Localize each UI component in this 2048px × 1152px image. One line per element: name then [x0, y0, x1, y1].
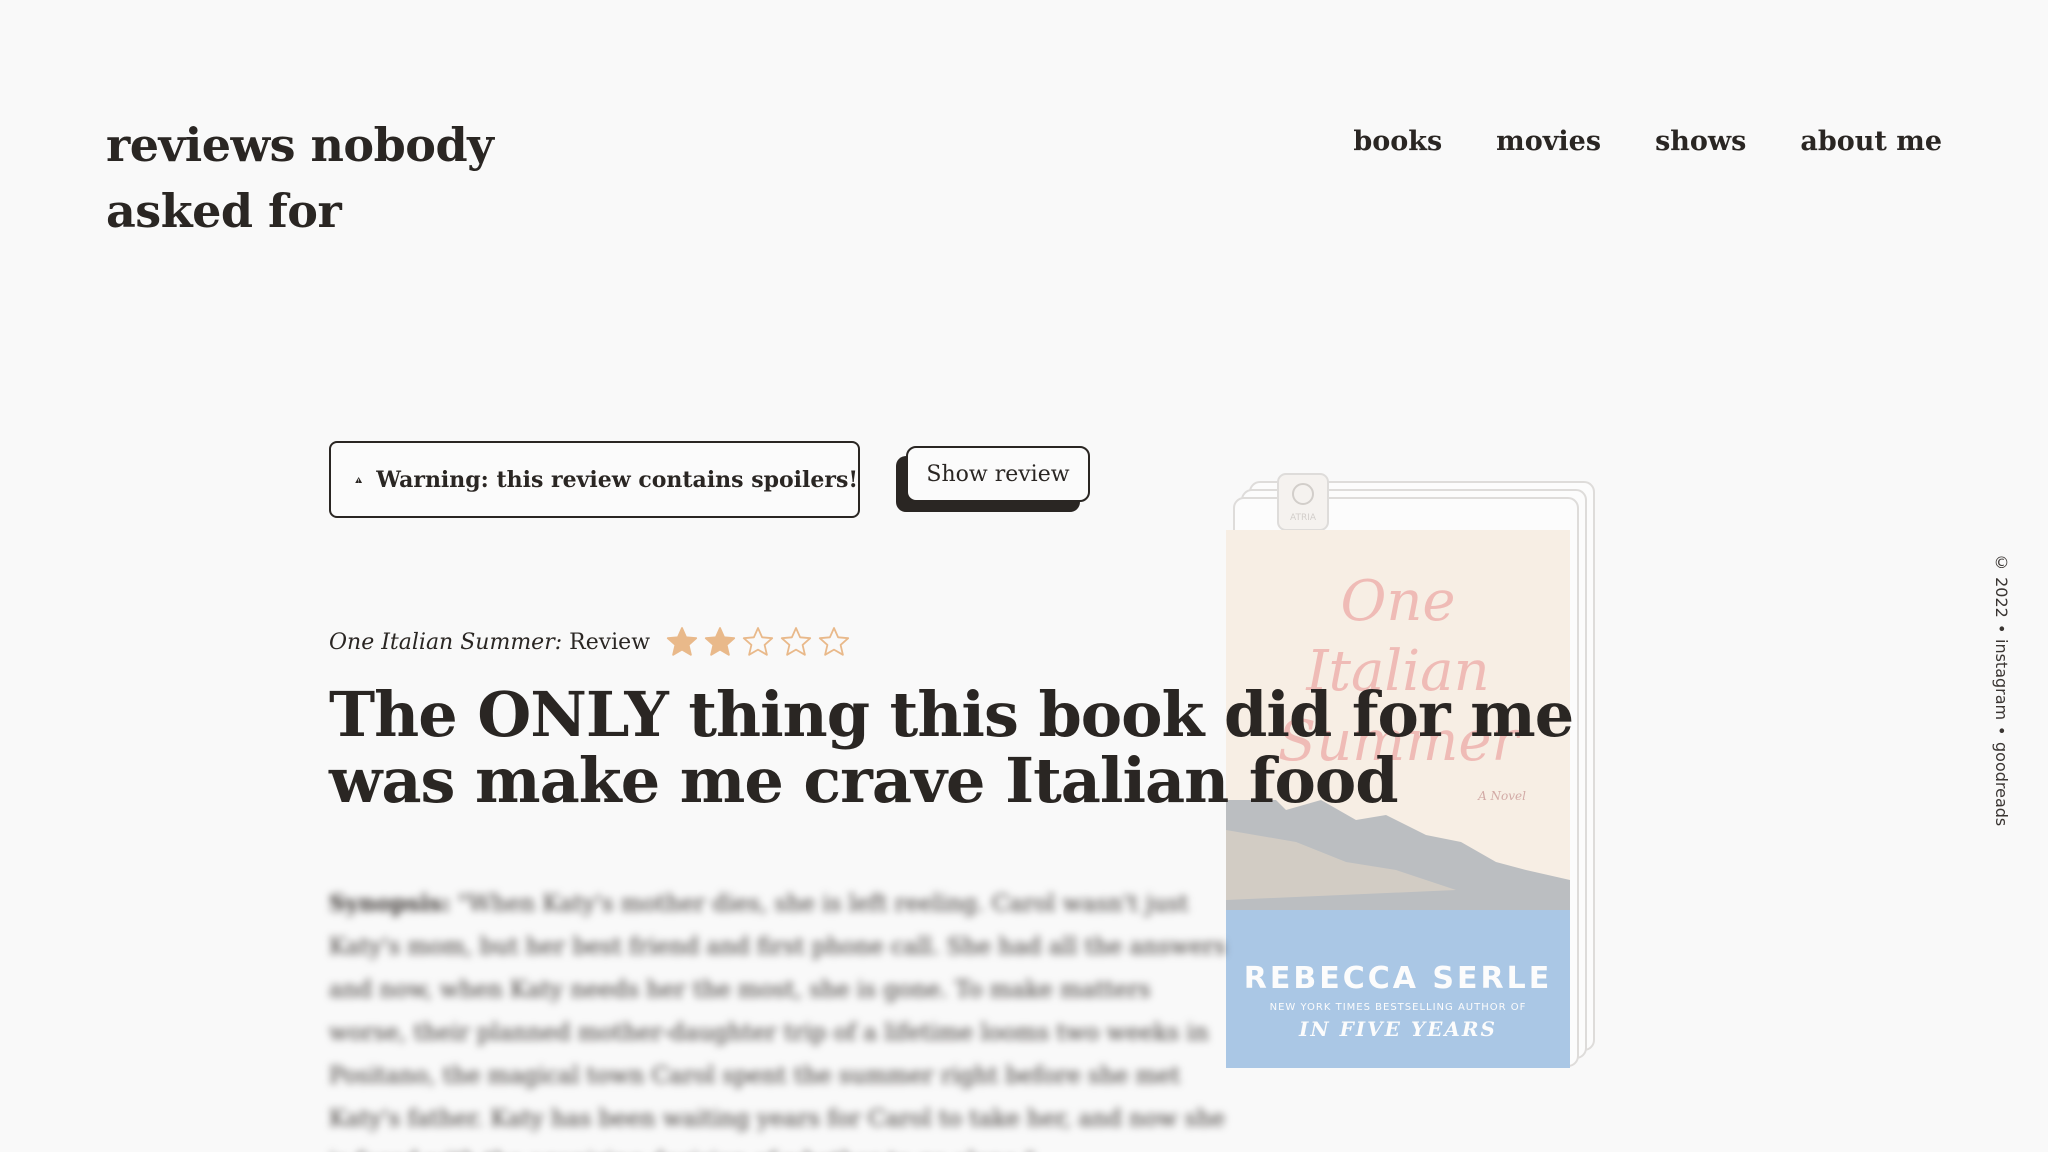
star-empty-icon — [742, 627, 774, 656]
nav-shows[interactable]: shows — [1655, 126, 1746, 157]
cover-title-line1: One — [1340, 569, 1455, 634]
review-label: Review — [562, 629, 651, 655]
book-name: One Italian Summer: — [329, 629, 563, 655]
star-rating — [666, 626, 850, 658]
footer-links: © 2022 • instagram • goodreads — [1992, 553, 2011, 826]
warning-triangle-icon — [355, 476, 363, 483]
cover-other-title: IN FIVE YEARS — [1298, 1017, 1497, 1041]
star-filled-icon — [704, 627, 736, 656]
nav-about-me[interactable]: about me — [1800, 126, 1942, 157]
copyright-text: © 2022 — [1992, 553, 2011, 618]
instagram-link[interactable]: instagram — [1992, 639, 2011, 720]
show-review-button[interactable]: Show review — [906, 446, 1090, 502]
footer-separator: • — [1992, 623, 2011, 634]
review-headline: The ONLY thing this book did for me was … — [329, 678, 1574, 817]
page: reviews nobody asked for books movies sh… — [0, 0, 2048, 1152]
warning-text: Warning: this review contains spoilers! — [376, 466, 858, 493]
nav-movies[interactable]: movies — [1496, 126, 1601, 157]
site-title[interactable]: reviews nobody asked for — [106, 112, 546, 244]
star-filled-icon — [666, 627, 698, 656]
review-meta: One Italian Summer: Review — [329, 626, 850, 658]
spoiler-warning: Warning: this review contains spoilers! — [329, 441, 860, 518]
star-empty-icon — [780, 627, 812, 656]
goodreads-link[interactable]: goodreads — [1992, 742, 2011, 826]
show-review-button-wrap: Show review — [896, 446, 1092, 514]
publisher-label: ATRIA — [1290, 513, 1317, 523]
footer-separator: • — [1992, 726, 2011, 736]
synopsis-text: Synopsis: "When Katy's mother dies, she … — [329, 882, 1229, 1152]
cover-author: REBECCA SERLE — [1244, 961, 1552, 996]
synopsis-body: "When Katy's mother dies, she is left re… — [329, 891, 1226, 1152]
cover-tagline: NEW YORK TIMES BESTSELLING AUTHOR OF — [1270, 1002, 1527, 1013]
synopsis-label: Synopsis: — [329, 890, 451, 917]
star-empty-icon — [818, 627, 850, 656]
main-nav: books movies shows about me — [1353, 126, 1942, 157]
nav-books[interactable]: books — [1353, 126, 1442, 157]
